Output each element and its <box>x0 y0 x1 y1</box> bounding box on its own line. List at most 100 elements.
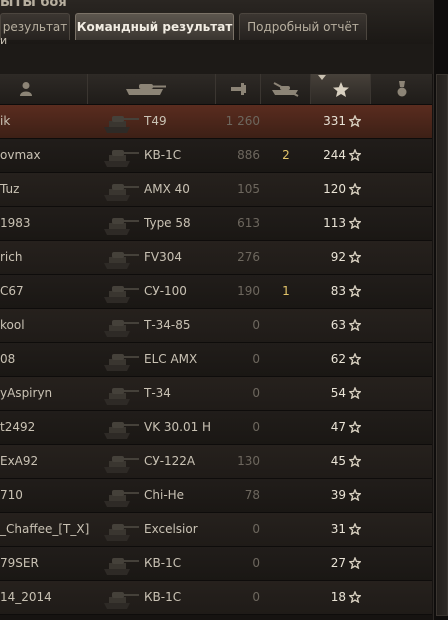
kills-value <box>280 513 292 546</box>
damage-icon <box>231 83 246 95</box>
scrollbar-thumb[interactable] <box>436 74 448 616</box>
player-name: ik <box>0 114 11 128</box>
table-row[interactable]: t2492 VK 30.01 H 0 47 <box>0 411 432 445</box>
tank-icon <box>104 218 139 235</box>
table-row[interactable]: ExA92 СУ-122А 130 45 <box>0 445 432 479</box>
table-row[interactable]: 79SER КВ-1С 0 27 <box>0 547 432 581</box>
damage-value: 0 <box>252 318 260 332</box>
star-icon <box>349 421 361 433</box>
column-header-vehicle[interactable] <box>87 74 215 104</box>
player-name: t2492 <box>0 420 36 434</box>
sort-descending-icon <box>318 75 326 80</box>
kills-value: 1 <box>282 284 290 298</box>
column-header-damage[interactable] <box>215 74 260 104</box>
table-row[interactable]: _Chaffee_[T_X] Excelsior 0 31 <box>0 513 432 547</box>
xp-value: 54 <box>330 386 346 400</box>
vehicle-name: СУ-122А <box>144 454 196 468</box>
kills-value: 2 <box>282 148 290 162</box>
damage-value: 0 <box>252 386 260 400</box>
damage-value: 276 <box>237 250 260 264</box>
tank-icon <box>104 524 139 541</box>
scrollbar[interactable] <box>433 0 448 620</box>
vehicle-name: Chi-He <box>144 488 185 502</box>
player-name: _Chaffee_[T_X] <box>0 522 90 536</box>
table-row[interactable]: 14_2014 КВ-1С 0 18 <box>0 581 432 615</box>
player-name: C67 <box>0 284 24 298</box>
star-icon <box>333 82 349 97</box>
column-header-kills[interactable] <box>260 74 310 104</box>
xp-value: 331 <box>323 114 346 128</box>
player-name: 08 <box>0 352 16 366</box>
star-icon <box>349 489 361 501</box>
tank-icon <box>104 354 139 371</box>
player-name: yAspiryn <box>0 386 53 400</box>
column-header-player[interactable] <box>0 74 87 104</box>
tank-icon <box>104 150 139 167</box>
kills-value <box>280 309 292 342</box>
table-row[interactable]: yAspiryn Т-34 0 54 <box>0 377 432 411</box>
table-row[interactable]: ovmax КВ-1С 886 2 244 <box>0 139 432 173</box>
damage-value: 130 <box>237 454 260 468</box>
table-row[interactable]: 08 ELC AMX 0 62 <box>0 343 432 377</box>
star-icon <box>349 149 361 161</box>
xp-value: 18 <box>330 590 346 604</box>
kills-value <box>280 343 292 376</box>
damage-value: 78 <box>244 488 260 502</box>
vehicle-name: СУ-100 <box>144 284 187 298</box>
column-header-medals[interactable] <box>370 74 432 104</box>
tab-team-result[interactable]: Командный результат <box>75 13 234 40</box>
tank-icon <box>104 320 139 337</box>
damage-value: 0 <box>252 522 260 536</box>
xp-value: 31 <box>330 522 346 536</box>
team-section-bar: и <box>0 34 448 74</box>
vehicle-name: Type 58 <box>144 216 191 230</box>
table-row[interactable]: C67 СУ-100 190 1 83 <box>0 275 432 309</box>
vehicle-name: Т-34-85 <box>144 318 191 332</box>
tab-personal-result[interactable]: результат <box>0 13 70 40</box>
kills-value <box>280 207 292 240</box>
player-name: 1983 <box>0 216 31 230</box>
star-icon <box>349 523 361 535</box>
xp-value: 113 <box>323 216 346 230</box>
xp-value: 39 <box>330 488 346 502</box>
damage-value: 190 <box>237 284 260 298</box>
tank-icon <box>104 558 139 575</box>
player-name: 14_2014 <box>0 590 52 604</box>
star-icon <box>349 591 361 603</box>
xp-value: 83 <box>330 284 346 298</box>
tank-icon <box>104 252 139 269</box>
tab-detailed-report[interactable]: Подробный отчёт <box>239 13 367 40</box>
vehicle-name: КВ-1С <box>144 148 182 162</box>
player-name: kool <box>0 318 25 332</box>
damage-value: 0 <box>252 590 260 604</box>
table-row[interactable]: 710 Chi-He 78 39 <box>0 479 432 513</box>
table-row[interactable]: 1983 Type 58 613 113 <box>0 207 432 241</box>
results-window-header: ЫТЫ боя результат Командный результат По… <box>0 0 448 45</box>
star-icon <box>349 319 361 331</box>
table-row[interactable]: Tuz AMX 40 105 120 <box>0 173 432 207</box>
xp-value: 62 <box>330 352 346 366</box>
kills-icon <box>272 82 299 97</box>
column-header-xp[interactable] <box>310 74 370 104</box>
xp-value: 244 <box>323 148 346 162</box>
kills-value <box>280 445 292 478</box>
player-name: rich <box>0 250 23 264</box>
kills-value <box>280 241 292 274</box>
star-icon <box>349 455 361 467</box>
player-name: 79SER <box>0 556 39 570</box>
vehicle-name: T49 <box>144 114 167 128</box>
star-icon <box>349 251 361 263</box>
player-name: ExA92 <box>0 454 39 468</box>
medal-icon <box>397 81 407 97</box>
kills-value <box>280 105 292 138</box>
vehicle-name: AMX 40 <box>144 182 190 196</box>
star-icon <box>349 353 361 365</box>
vehicle-name: КВ-1С <box>144 590 182 604</box>
vehicle-name: VK 30.01 H <box>144 420 212 434</box>
table-header <box>0 74 432 105</box>
tank-icon <box>104 490 139 507</box>
table-row[interactable]: kool Т-34-85 0 63 <box>0 309 432 343</box>
table-row[interactable]: rich FV304 276 92 <box>0 241 432 275</box>
table-row[interactable]: ik T49 1 260 331 <box>0 105 432 139</box>
kills-value <box>280 173 292 206</box>
